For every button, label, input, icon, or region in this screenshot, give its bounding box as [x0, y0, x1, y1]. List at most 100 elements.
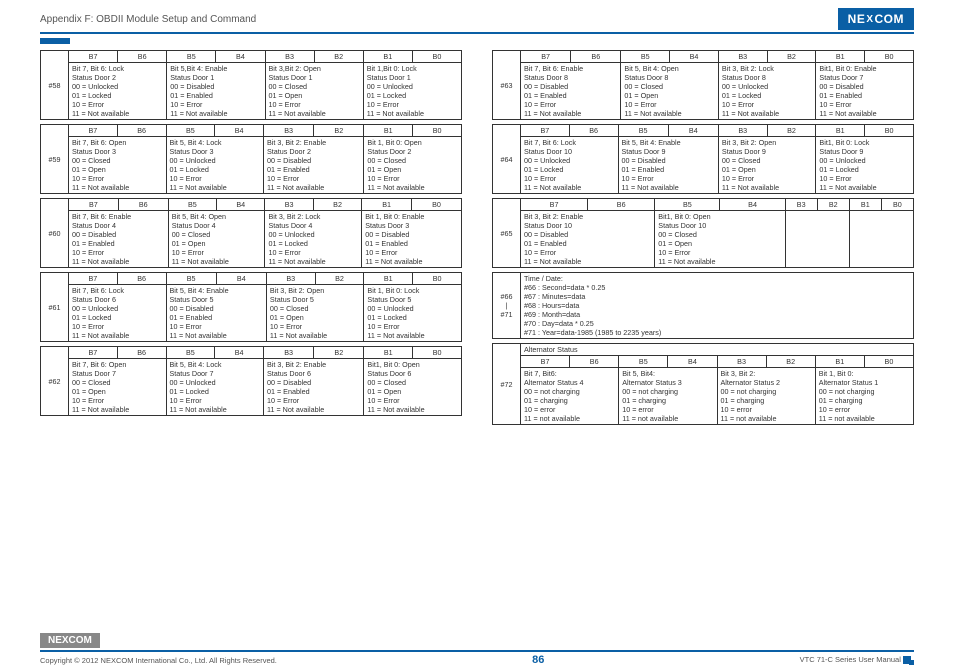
bit-header-cell: B4 [668, 125, 718, 137]
bit-desc-cell: Bit 5, Bit 4: Enable Status Door 9 00 = … [618, 137, 718, 194]
bit-header-cell: B1 [816, 51, 865, 63]
section-title-cell: Alternator Status [521, 344, 914, 356]
bit-header-cell: B0 [413, 273, 462, 285]
bit-header-cell: B3 [718, 51, 767, 63]
register-table: #63B7B6B5B4B3B2B1B0Bit 7, Bit 6: Enable … [492, 50, 914, 120]
bit-header-cell: B2 [766, 356, 815, 368]
bit-desc-cell: Bit 5, Bit 4: Lock Status Door 3 00 = Un… [166, 137, 264, 194]
bit-header-cell: B1 [362, 199, 412, 211]
bit-desc-cell [785, 211, 849, 268]
row-number: #72 [493, 344, 521, 425]
bit-header-cell: B0 [865, 125, 914, 137]
bit-header-cell: B0 [864, 356, 913, 368]
register-table: #64B7B6B5B4B3B2B1B0Bit 7, Bit 6: Lock St… [492, 124, 914, 194]
logo-bottom: NEXCOM [40, 633, 100, 648]
register-table: #66|#71Time / Date: #66 : Second=data * … [492, 272, 914, 339]
free-text-cell: Time / Date: #66 : Second=data * 0.25 #6… [521, 273, 914, 339]
bit-header-cell: B7 [69, 273, 118, 285]
bit-header-cell: B4 [217, 199, 265, 211]
bit-header-cell: B6 [117, 347, 166, 359]
bit-header-cell: B6 [117, 273, 166, 285]
row-number: #60 [41, 199, 69, 268]
bit-header-cell: B2 [314, 125, 364, 137]
register-table: #65B7B6B5B4B3B2B1B0Bit 3, Bit 2: Enable … [492, 198, 914, 268]
bit-header-cell: B5 [168, 199, 216, 211]
bit-header-cell: B1 [815, 356, 864, 368]
bit-header-cell: B2 [314, 51, 363, 63]
bit-header-cell: B3 [266, 273, 315, 285]
bit-header-cell: B6 [118, 51, 167, 63]
bit-header-cell: B7 [521, 356, 570, 368]
bit-desc-cell: Bit 7, Bit 6: Open Status Door 7 00 = Cl… [69, 359, 167, 416]
row-number: #58 [41, 51, 69, 120]
register-table: #58B7B6B5B4B3B2B1B0Bit 7, Bit 6: Lock St… [40, 50, 462, 120]
bit-header-cell: B5 [621, 51, 670, 63]
bit-header-cell: B4 [215, 125, 264, 137]
bit-header-cell: B4 [215, 347, 264, 359]
left-column: #58B7B6B5B4B3B2B1B0Bit 7, Bit 6: Lock St… [40, 50, 462, 429]
row-number: #66|#71 [493, 273, 521, 339]
bit-header-cell: B2 [767, 125, 816, 137]
row-number: #65 [493, 199, 521, 268]
register-table: #62B7B6B5B4B3B2B1B0Bit 7, Bit 6: Open St… [40, 346, 462, 416]
register-table: #59B7B6B5B4B3B2B1B0Bit 7, Bit 6: Open St… [40, 124, 462, 194]
bit-desc-cell: Bit 3, Bit 2: Open Status Door 9 00 = Cl… [718, 137, 816, 194]
bit-desc-cell: Bit 7, Bit 6: Enable Status Door 8 00 = … [521, 63, 621, 120]
row-number: #62 [41, 347, 69, 416]
bit-desc-cell: Bit 1, Bit 0: Open Status Door 2 00 = Cl… [364, 137, 462, 194]
page-header: Appendix F: OBDII Module Setup and Comma… [0, 0, 954, 32]
row-number: #63 [493, 51, 521, 120]
bit-desc-cell: Bit 3, Bit 2: Enable Status Door 6 00 = … [264, 359, 364, 416]
register-table: #72Alternator StatusB7B6B5B4B3B2B1B0Bit … [492, 343, 914, 425]
bit-desc-cell: Bit1, Bit 0: Open Status Door 6 00 = Clo… [364, 359, 462, 416]
bit-desc-cell: Bit1, Bit 0: Enable Status Door 7 00 = D… [816, 63, 914, 120]
bit-header-cell: B2 [313, 199, 361, 211]
bit-desc-cell: Bit 5, Bit 4: Lock Status Door 7 00 = Un… [166, 359, 264, 416]
bit-header-cell: B6 [571, 51, 621, 63]
bit-header-cell: B6 [118, 199, 168, 211]
accent-bar [40, 38, 70, 44]
bit-header-cell: B1 [364, 125, 413, 137]
bit-desc-cell: Bit 3, Bit 2: Lock Status Door 8 00 = Un… [718, 63, 816, 120]
bit-header-cell: B1 [849, 199, 881, 211]
manual-title: VTC 71-C Series User Manual [800, 655, 914, 665]
bit-header-cell: B4 [720, 199, 785, 211]
bit-header-cell: B0 [412, 51, 461, 63]
bit-header-cell: B2 [817, 199, 849, 211]
bit-header-cell: B5 [166, 273, 216, 285]
bit-header-cell: B1 [363, 51, 412, 63]
bit-header-cell: B3 [265, 51, 314, 63]
bit-header-cell: B2 [315, 273, 364, 285]
bit-header-cell: B1 [364, 347, 413, 359]
bit-header-cell: B7 [69, 347, 118, 359]
bit-desc-cell: Bit 7, Bit 6: Open Status Door 3 00 = Cl… [69, 137, 167, 194]
bit-header-cell: B5 [619, 356, 668, 368]
bit-header-cell: B5 [618, 125, 668, 137]
bit-header-cell: B0 [413, 125, 462, 137]
row-number: #59 [41, 125, 69, 194]
copyright-text: Copyright © 2012 NEXCOM International Co… [40, 656, 277, 665]
bit-header-cell: B5 [166, 347, 215, 359]
bit-header-cell: B3 [785, 199, 817, 211]
footer-rule [40, 650, 914, 652]
bit-header-cell: B7 [521, 51, 571, 63]
page-footer: NEXCOM Copyright © 2012 NEXCOM Internati… [40, 630, 914, 666]
content-columns: #58B7B6B5B4B3B2B1B0Bit 7, Bit 6: Lock St… [0, 50, 954, 429]
bit-header-cell: B7 [69, 125, 118, 137]
bit-header-cell: B4 [216, 51, 265, 63]
bit-header-cell: B3 [717, 356, 766, 368]
bit-header-cell: B0 [412, 199, 462, 211]
bit-header-cell: B6 [569, 125, 618, 137]
bit-header-cell: B5 [655, 199, 720, 211]
bit-desc-cell: Bit 3, Bit 2: Enable Status Door 10 00 =… [521, 211, 655, 268]
breadcrumb: Appendix F: OBDII Module Setup and Comma… [40, 14, 256, 25]
bit-desc-cell: Bit 3,Bit 2: Open Status Door 1 00 = Clo… [265, 63, 363, 120]
bit-desc-cell: Bit 7, Bit 6: Lock Status Door 10 00 = U… [521, 137, 619, 194]
bit-desc-cell: Bit 7, Bit 6: Lock Status Door 2 00 = Un… [69, 63, 167, 120]
bit-desc-cell [849, 211, 913, 268]
bit-header-cell: B7 [69, 199, 119, 211]
right-column: #63B7B6B5B4B3B2B1B0Bit 7, Bit 6: Enable … [492, 50, 914, 429]
bit-desc-cell: Bit 5, Bit4: Alternator Status 3 00 = no… [619, 368, 717, 425]
bit-header-cell: B0 [865, 51, 914, 63]
bit-header-cell: B7 [521, 125, 570, 137]
